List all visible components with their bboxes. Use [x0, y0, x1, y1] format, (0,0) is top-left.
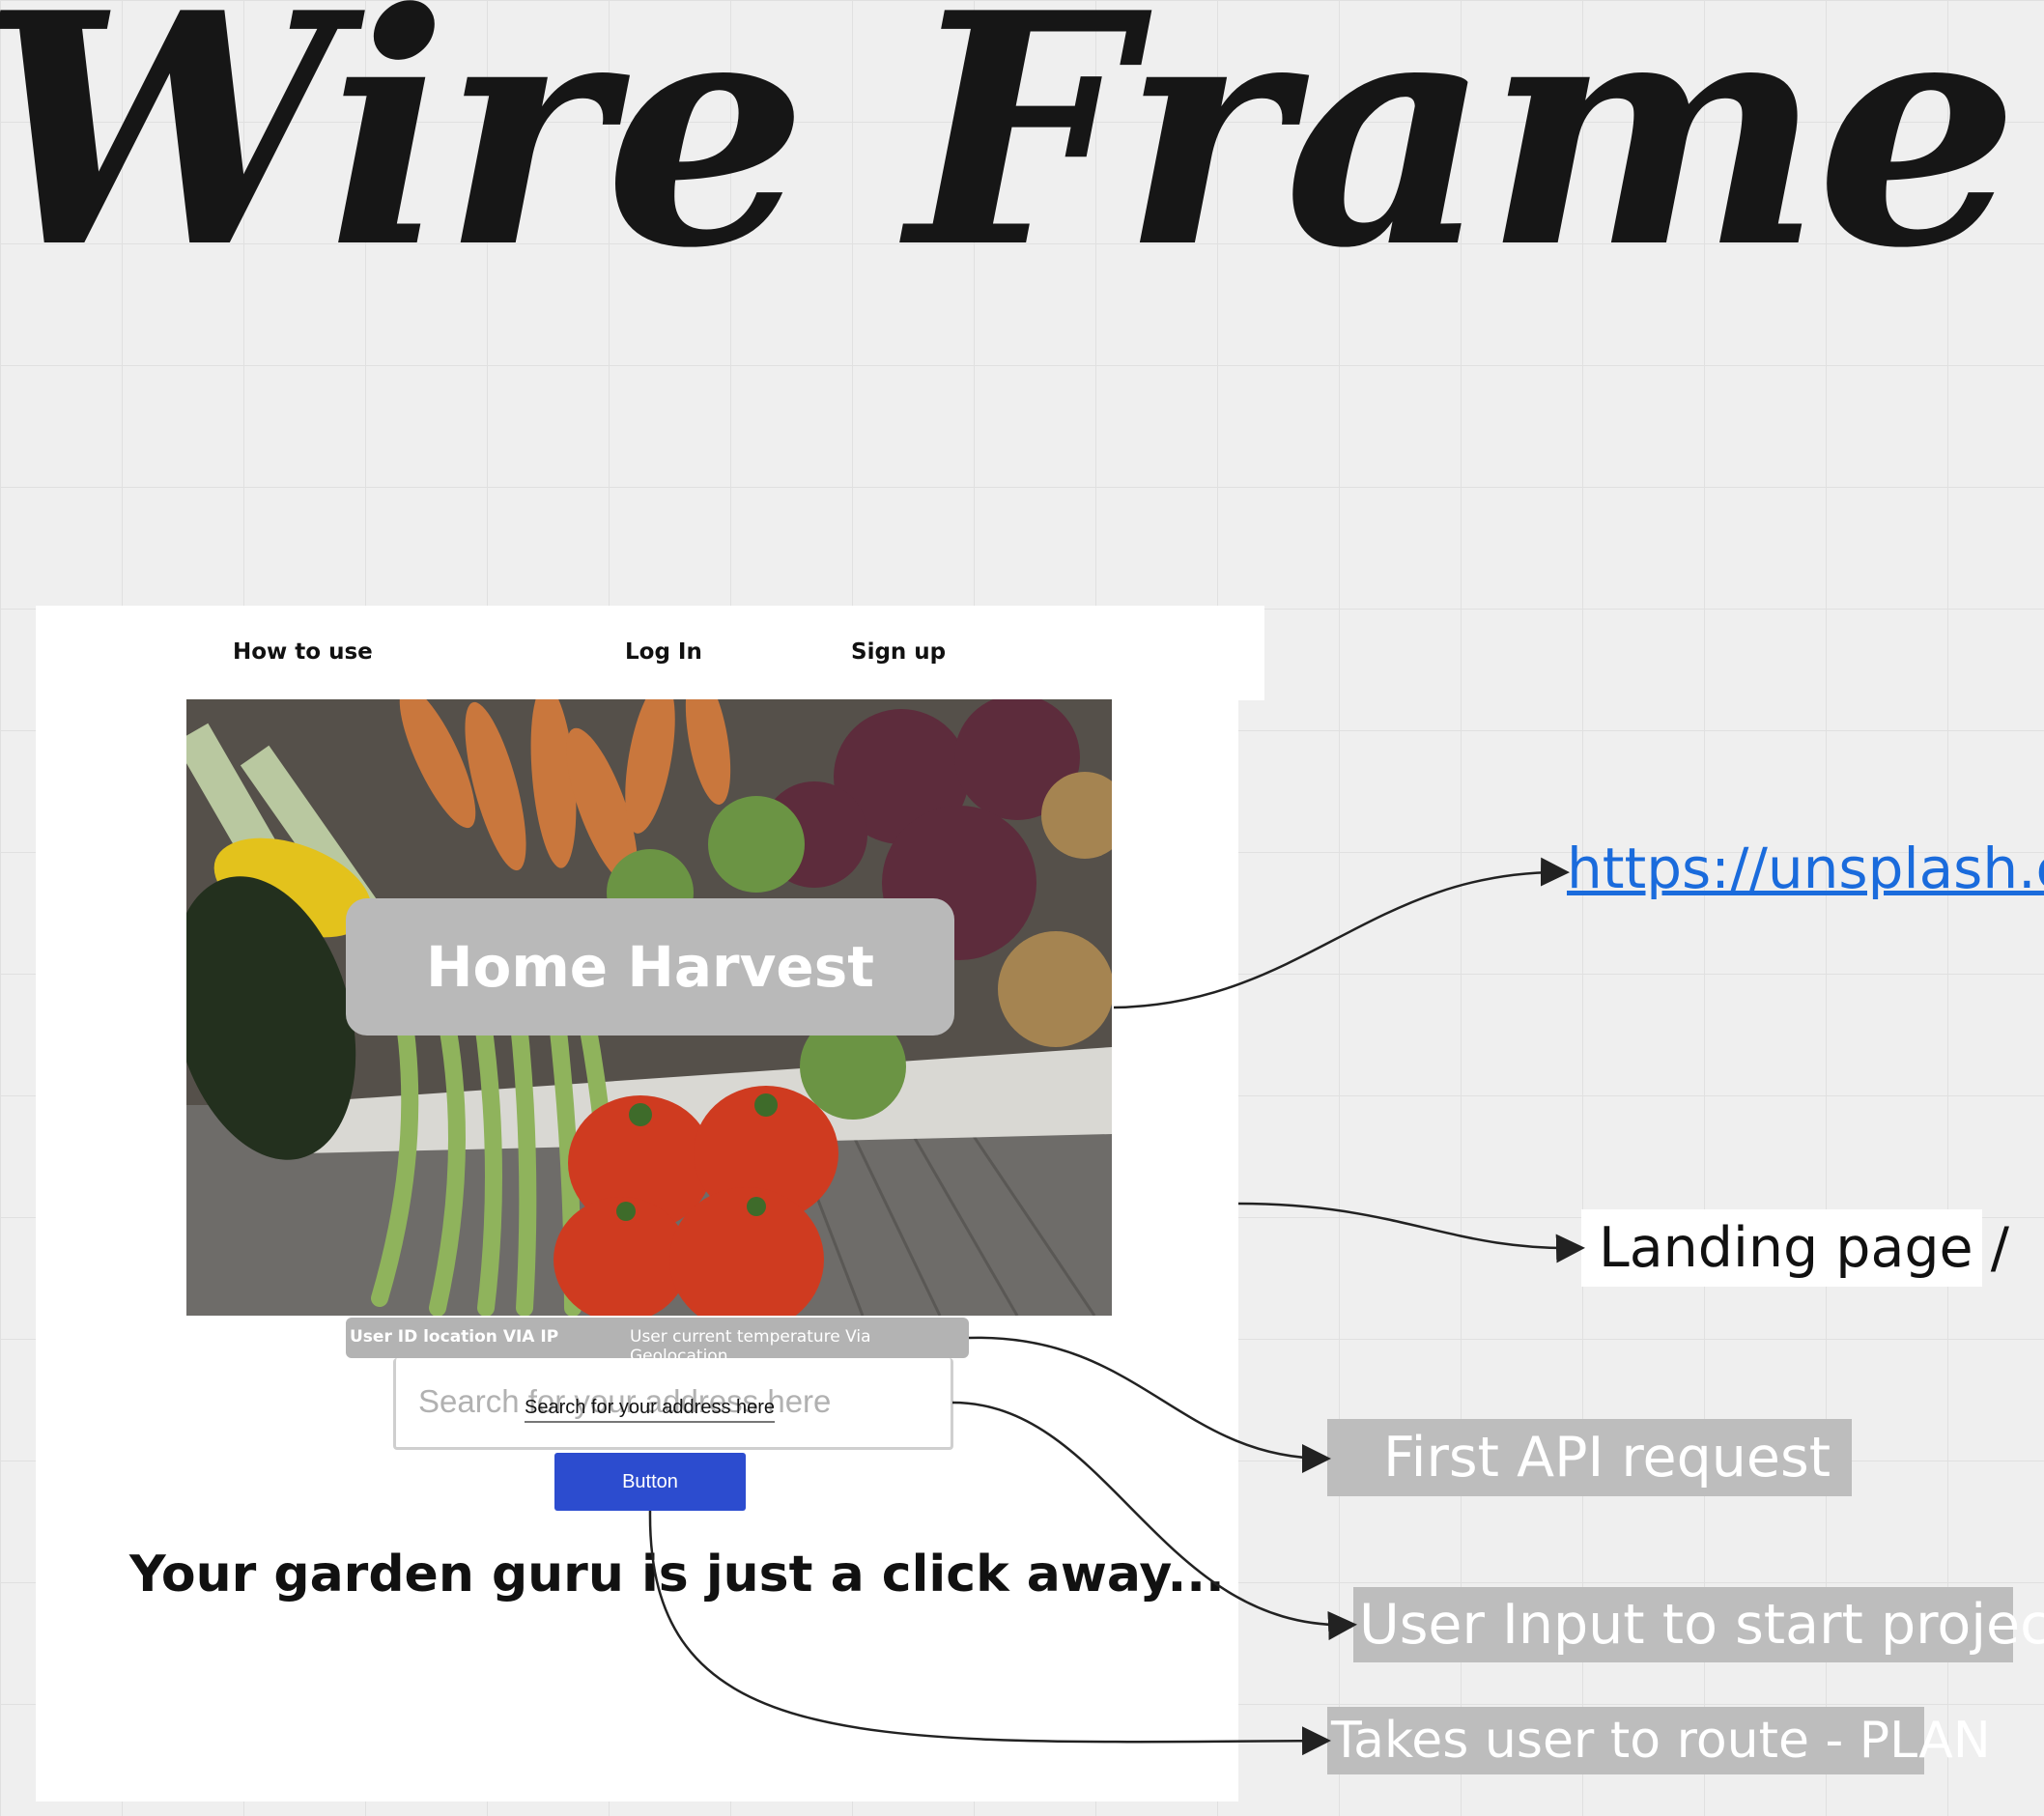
first-api-request-annotation: First API request: [1327, 1419, 1852, 1496]
board-title: Wire Frame: [0, 0, 2019, 318]
ip-location-label: User ID location VIA IP: [350, 1327, 559, 1347]
submit-button[interactable]: Button: [554, 1453, 746, 1511]
hero-title: Home Harvest: [346, 898, 954, 1036]
unsplash-link[interactable]: https://unsplash.co: [1567, 836, 2044, 901]
arrow-to-landing: [1237, 1202, 1585, 1263]
nav-how-to-use[interactable]: How to use: [233, 639, 373, 665]
nav-log-in[interactable]: Log In: [625, 639, 702, 665]
search-label: Search for your address here: [525, 1397, 776, 1423]
wireframe-nav-extension: [1238, 606, 1264, 700]
landing-page-annotation: Landing page /: [1581, 1209, 2009, 1287]
route-plan-annotation: Takes user to route - PLAN: [1327, 1707, 1991, 1774]
tagline: Your garden guru is just a click away...: [129, 1546, 1225, 1603]
user-input-annotation: User Input to start project: [1353, 1587, 2044, 1662]
nav-sign-up[interactable]: Sign up: [851, 639, 946, 665]
location-info-bar: User ID location VIA IP User current tem…: [346, 1318, 969, 1366]
